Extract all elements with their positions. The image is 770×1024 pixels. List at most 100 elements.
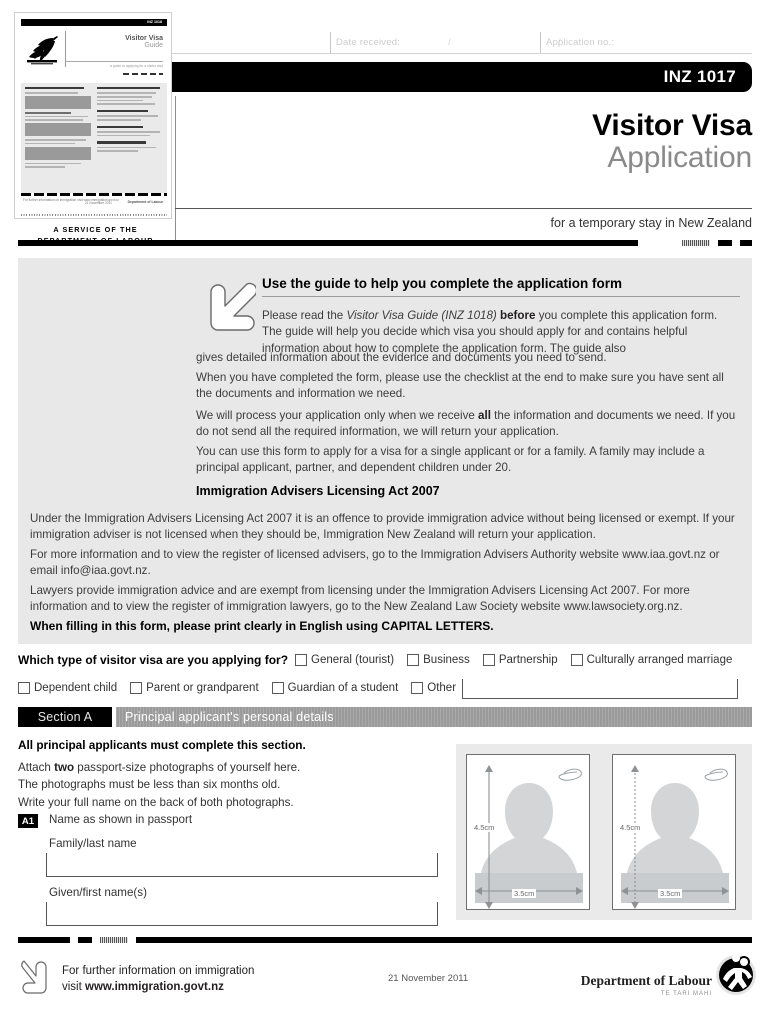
dash-bar-2 xyxy=(682,240,710,246)
photo-width-label-2: 3.5cm xyxy=(658,889,683,898)
footer-line-1: For further information on immigration xyxy=(62,965,255,977)
thumb-dashes xyxy=(123,73,163,75)
checkbox-culturally-arranged-marriage[interactable] xyxy=(570,654,583,666)
form-title-block: Visitor Visa Application xyxy=(192,109,752,175)
thumb-code-bar xyxy=(21,19,167,26)
attach-line-3: Write your full name on the back of both… xyxy=(18,795,294,809)
section-a-instruction: All principal applicants must complete t… xyxy=(18,738,306,752)
thumb-footer-date: 21 November 2011 xyxy=(85,201,112,205)
thumb-content-panel xyxy=(21,83,167,193)
attach-line-1: Attach two passport-size photographs of … xyxy=(18,761,301,774)
thumb-title-block: Visitor Visa Guide xyxy=(125,35,163,50)
photo-placeholder-1[interactable]: 4.5cm 3.5cm xyxy=(466,754,590,910)
question-a1-title: Name as shown in passport xyxy=(49,813,193,826)
thumb-tagline: a guide to applying for a visitor visa xyxy=(110,64,163,68)
footer-dash-1 xyxy=(18,937,70,943)
other-visa-type-input[interactable] xyxy=(462,679,739,699)
given-name-input[interactable] xyxy=(46,902,438,926)
guide-bold-all: all xyxy=(478,409,491,422)
checkbox-general-tourist[interactable] xyxy=(295,654,308,666)
label-culturally-arranged-marriage: Culturally arranged marriage xyxy=(586,654,733,666)
thumb-right-column xyxy=(97,87,163,154)
label-partnership: Partnership xyxy=(498,654,558,666)
footer-line-2: visit www.immigration.govt.nz xyxy=(62,981,224,994)
footer-website-url[interactable]: www.immigration.govt.nz xyxy=(85,981,224,993)
thumb-footer-dept: Department of Labour xyxy=(127,200,163,204)
question-a1: A1 Name as shown in passport xyxy=(18,813,192,828)
guide-paragraph-4: You can use this form to apply for a vis… xyxy=(196,445,705,475)
label-parent-or-grandparent: Parent or grandparent xyxy=(146,682,259,694)
dash-bar-1 xyxy=(18,240,638,246)
application-no-field[interactable]: Application no.: xyxy=(540,32,752,53)
department-name-maori: TE TARI MAHI xyxy=(660,991,712,997)
guide-paragraph-2: When you have completed the form, please… xyxy=(196,371,724,401)
thumb-fern-icon xyxy=(25,33,61,65)
thumb-form-code: INZ 1018 xyxy=(147,19,162,24)
label-dependent-child: Dependent child xyxy=(34,682,118,694)
section-a-bar: Section A Principal applicant's personal… xyxy=(18,707,752,727)
thumb-footer-dashes xyxy=(21,193,167,196)
checkbox-parent-or-grandparent[interactable] xyxy=(130,682,143,694)
footer-dash-4 xyxy=(136,937,752,943)
form-subtitle: Application xyxy=(607,141,752,175)
label-other: Other xyxy=(427,682,457,694)
thumb-subtitle: Guide xyxy=(144,42,163,49)
logo-service-line1: A SERVICE OF THE xyxy=(53,225,138,235)
footer-date: 21 November 2011 xyxy=(388,973,469,984)
photo-width-label-1: 3.5cm xyxy=(512,889,537,898)
guide-heading: Use the guide to help you complete the a… xyxy=(262,276,740,297)
thumb-rule xyxy=(65,61,163,62)
photo-placeholder-2[interactable]: 4.5cm 3.5cm xyxy=(612,754,736,910)
footer-dash-2 xyxy=(78,937,92,943)
checkbox-partnership[interactable] xyxy=(482,654,495,666)
advisers-act-paragraph-2: For more information and to view the reg… xyxy=(30,548,720,578)
attach-bold-two: two xyxy=(54,761,75,774)
family-name-input[interactable] xyxy=(46,853,438,877)
guide-paragraph-3: We will process your application only wh… xyxy=(196,409,736,439)
checkbox-dependent-child[interactable] xyxy=(18,682,30,694)
masthead-divider xyxy=(175,96,176,241)
label-general-tourist: General (tourist) xyxy=(311,654,395,666)
section-a-tag: Section A xyxy=(18,707,112,727)
department-of-labour-logo-icon xyxy=(714,953,758,997)
department-name: Department of Labour xyxy=(580,973,712,988)
date-received-field[interactable]: Date received: / / xyxy=(330,32,561,53)
given-name-label: Given/first name(s) xyxy=(49,886,147,899)
family-name-label: Family/last name xyxy=(49,837,137,850)
footer-dash-3 xyxy=(100,937,128,943)
visa-type-question: Which type of visitor visa are you apply… xyxy=(18,653,289,667)
section-a-title: Principal applicant's personal details xyxy=(116,707,752,727)
checkbox-business[interactable] xyxy=(407,654,420,666)
attach-line-2: The photographs must be less than six mo… xyxy=(18,778,281,792)
dash-bar-3 xyxy=(718,240,732,246)
thumb-footer: For further information on immigration v… xyxy=(23,198,163,210)
photo-height-label-2: 4.5cm xyxy=(619,823,642,832)
down-left-arrow-icon xyxy=(202,280,258,336)
thumb-left-column xyxy=(25,87,91,170)
form-title: Visitor Visa xyxy=(592,109,752,142)
photo-attach-instructions: Attach two passport-size photographs of … xyxy=(18,759,438,811)
advisers-act-paragraph-1: Under the Immigration Advisers Licensing… xyxy=(30,512,735,542)
header-dash-row xyxy=(18,240,752,247)
photo-attachment-area: 4.5cm 3.5cm 4.5cm 3.5cm xyxy=(456,744,752,920)
question-a1-number: A1 xyxy=(18,814,38,828)
thumb-bottom-dots xyxy=(21,214,167,216)
checkbox-other[interactable] xyxy=(411,682,424,694)
label-guardian-of-student: Guardian of a student xyxy=(287,682,399,694)
checkbox-guardian-of-student[interactable] xyxy=(271,682,284,694)
advisers-act-paragraph-3: Lawyers provide immigration advice and a… xyxy=(30,584,690,614)
department-of-labour-wordmark: Department of Labour TE TARI MAHI xyxy=(581,973,712,997)
pointing-hand-icon xyxy=(20,958,56,998)
footer-contact-text: For further information on immigration v… xyxy=(62,963,254,996)
title-rule xyxy=(175,208,752,209)
label-business: Business xyxy=(423,654,470,666)
guide-italic-title: Visitor Visa Guide (INZ 1018) xyxy=(346,309,497,322)
guide-booklet-thumbnail: INZ 1018 Visitor Visa Guide a guide to a… xyxy=(14,12,172,219)
dash-bar-4 xyxy=(740,240,752,246)
photo-height-label-1: 4.5cm xyxy=(473,823,496,832)
thumb-title: Visitor Visa xyxy=(125,35,163,42)
capital-letters-note: When filling in this form, please print … xyxy=(30,619,494,633)
visa-type-row-2: Dependent child Parent or grandparent Gu… xyxy=(18,677,758,699)
visa-type-row-1: Which type of visitor visa are you apply… xyxy=(18,653,758,667)
form-code: INZ 1017 xyxy=(663,67,736,86)
